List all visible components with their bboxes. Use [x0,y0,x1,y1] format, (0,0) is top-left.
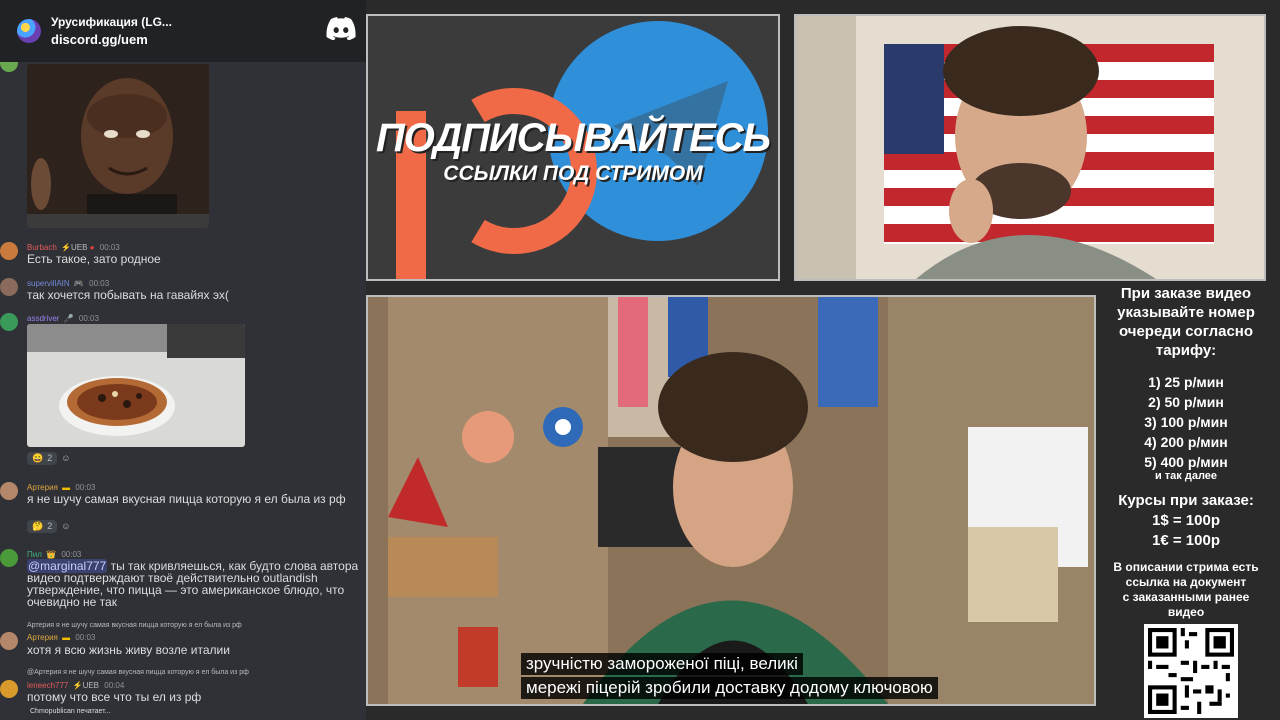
discord-icon [326,17,356,40]
avatar [0,313,18,331]
promo-title: ПОДПИСЫВАЙТЕСЬ [375,116,771,160]
message-meta: Пил 👑 00:03 [27,550,81,559]
role-badge: ⚡UEB [61,243,88,252]
timestamp: 00:03 [89,279,110,288]
avatar [0,680,18,698]
reaction-bar: 🤔 2 ☺ [27,518,70,534]
timestamp: 00:03 [99,243,120,252]
username[interactable]: Артерия [27,483,58,492]
avatar [0,62,18,72]
message-meta: assdriver 🎤 00:03 [27,314,99,323]
avatar [0,549,18,567]
avatar [0,632,18,650]
qr-code-icon [1148,628,1234,714]
message-text: так хочется побывать на гавайях эх( [27,288,229,302]
meme-image [27,64,209,228]
pizza-image [27,324,245,447]
rates-list: 1$ = 100р 1€ = 100р [1152,512,1220,549]
role-badge: ⚡UEB [72,681,100,690]
timestamp: 00:03 [78,314,99,323]
message-text: Есть такое, зато родное [27,252,161,266]
reply-preview[interactable]: @Артерия я не шучу самая вкусная пицца к… [27,669,249,676]
avatar [0,482,18,500]
message-text: я не шучу самая вкусная пицца которую я … [27,492,346,506]
promo-subtitle: ССЫЛКИ ПОД СТРИМОМ [443,162,703,185]
webcam-image [796,16,1264,279]
timestamp: 00:03 [75,633,96,642]
message-meta: Артерия ▬ 00:03 [27,633,95,642]
role-badge: ▬ [62,483,71,492]
avatar [0,278,18,296]
message-meta: Burbach ⚡UEB ● 00:03 [27,243,120,252]
timestamp: 00:03 [75,483,96,492]
discord-chat-widget: Урусификация (LG... discord.gg/uem Burba… [0,0,366,720]
role-badge: 👑 [46,550,57,559]
tariff-list: 1) 25 р/мин 2) 50 р/мин 3) 100 р/мин 4) … [1144,374,1228,470]
promo-panel: ПОДПИСЫВАЙТЕСЬ ССЫЛКИ ПОД СТРИМОМ [366,14,780,281]
reaction[interactable]: 🤔 2 [27,519,58,533]
role-badge: 🎤 [63,314,74,323]
role-badge: 🎮 [73,279,84,288]
rates-heading: Курсы при заказе: [1118,492,1254,509]
message-text: потому что все что ты ел из рф [27,690,202,704]
chat-header: Урусификация (LG... discord.gg/uem [0,0,366,62]
reply-preview[interactable]: Артерия я не шучу самая вкусная пицца ко… [27,622,242,629]
message-meta: Артерия ▬ 00:03 [27,483,95,492]
video-subtitle-line1: зручністю замороженої піці, великі [521,653,803,675]
username[interactable]: leneech777 [27,681,68,690]
invite-link[interactable]: discord.gg/uem [51,32,172,47]
image-attachment[interactable] [27,324,245,447]
image-attachment[interactable] [27,64,209,228]
message-text: @marginal777 ты так кривляешься, как буд… [27,559,359,609]
webcam-feed [794,14,1266,281]
username[interactable]: Пил [27,550,42,559]
message-meta: supervillAIN 🎮 00:03 [27,279,109,288]
video-subtitle-line2: мережі піцерій зробили доставку додому к… [521,677,938,699]
reaction[interactable]: 😄 2 [27,451,58,465]
reaction-bar: 😄 2 ☺ [27,450,70,466]
username[interactable]: assdriver [27,314,59,323]
video-frame [368,297,1094,704]
role-badge: ▬ [62,633,71,642]
timestamp: 00:03 [61,550,82,559]
add-reaction-icon[interactable]: ☺ [61,521,70,531]
main-video: зручністю замороженої піці, великі мереж… [366,295,1096,706]
username[interactable]: Burbach [27,243,57,252]
add-reaction-icon[interactable]: ☺ [61,453,70,463]
typing-indicator: Chmopublican печатает... [30,708,111,715]
server-icon [17,19,41,43]
tariff-etc: и так далее [1154,470,1218,482]
avatar [0,242,18,260]
username[interactable]: Артерия [27,633,58,642]
server-name: Урусификация (LG... [51,15,172,29]
order-info: При заказе видео указывайте номер очеред… [1117,285,1255,359]
stream-note: В описании стрима есть ссылка на докумен… [1113,560,1259,619]
username[interactable]: supervillAIN [27,279,70,288]
message-meta: leneech777 ⚡UEB 00:04 [27,681,124,690]
timestamp: 00:04 [104,681,125,690]
message-text: хотя я всю жизнь живу возле италии [27,643,230,657]
qr-code[interactable] [1144,624,1238,718]
status-icon: ● [89,243,95,252]
